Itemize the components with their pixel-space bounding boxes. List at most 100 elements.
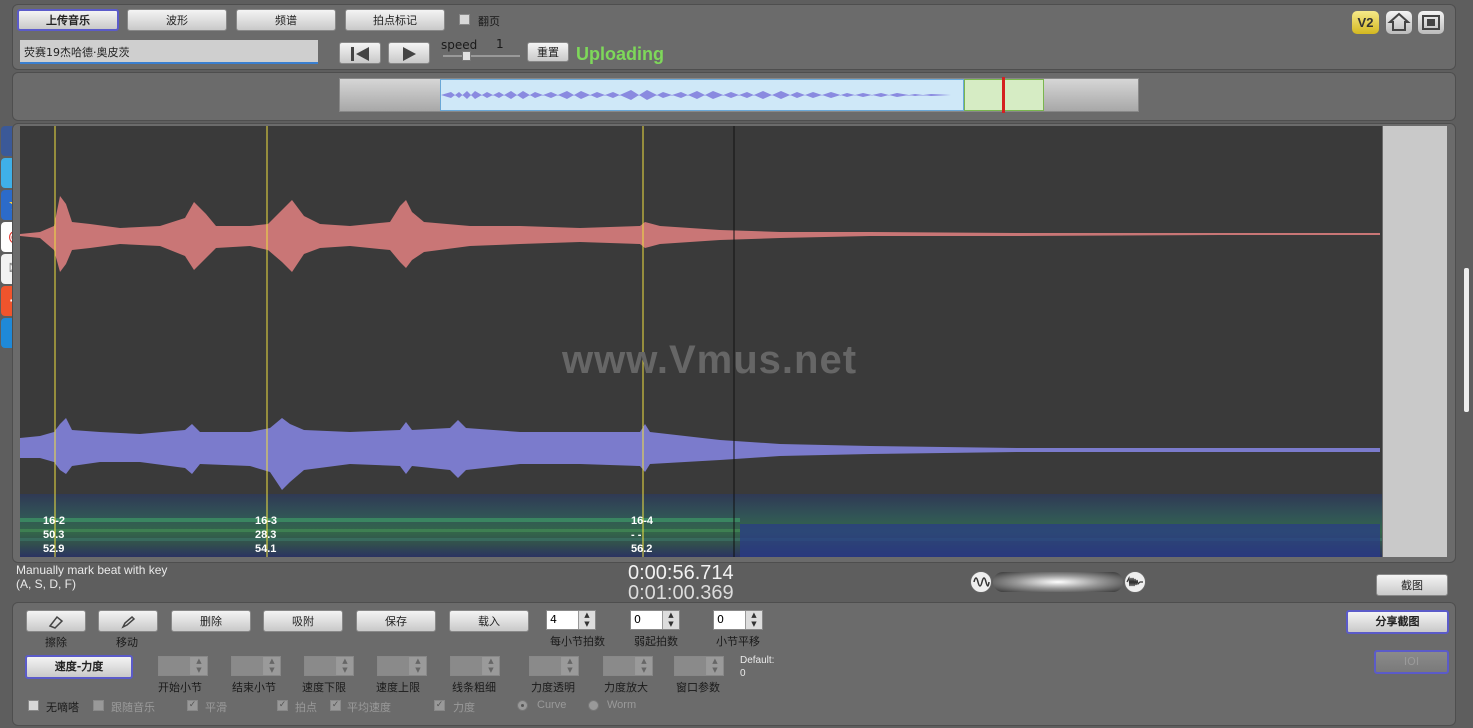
overview-playhead[interactable] bbox=[1002, 77, 1005, 113]
vertical-scrollbar[interactable] bbox=[1464, 268, 1469, 412]
stepper-arrows-icon[interactable]: ▲ ▼ bbox=[336, 657, 353, 675]
beat-mark-button[interactable]: 拍点标记 bbox=[345, 9, 445, 31]
hint-line-1: Manually mark beat with key bbox=[16, 563, 168, 577]
no-sound-checkbox[interactable] bbox=[28, 700, 39, 711]
overview-track[interactable] bbox=[339, 77, 1139, 113]
wave-narrow-glyph bbox=[973, 577, 990, 587]
worm-radio[interactable] bbox=[588, 700, 599, 711]
stepper-arrows-icon[interactable]: ▲ ▼ bbox=[635, 657, 652, 675]
eraser-icon bbox=[48, 615, 64, 629]
zoom-in-wave-icon[interactable] bbox=[1124, 571, 1146, 593]
stepper-arrows-icon[interactable]: ▲ ▼ bbox=[190, 657, 207, 675]
stepper-arrows-icon[interactable]: ▲ ▼ bbox=[706, 657, 723, 675]
default-value: 0 bbox=[740, 668, 746, 679]
tempo-max-input[interactable]: ▲ ▼ bbox=[377, 656, 427, 676]
stepper-arrows-icon[interactable]: ▲ ▼ bbox=[662, 611, 679, 629]
reset-button[interactable]: 重置 bbox=[527, 42, 569, 62]
status-text: Uploading bbox=[576, 44, 664, 64]
speed-value: 1 bbox=[496, 37, 504, 51]
curve-radio[interactable] bbox=[517, 700, 528, 711]
dynamics-scale-input[interactable]: ▲ ▼ bbox=[603, 656, 653, 676]
curve-label: Curve bbox=[537, 699, 567, 711]
erase-label: 擦除 bbox=[45, 636, 67, 649]
right-scroll-area[interactable] bbox=[1383, 126, 1447, 557]
file-name-text: 荧赛19杰哈德·奥皮茨 bbox=[24, 46, 130, 59]
dynamics-opacity-label: 力度透明 bbox=[531, 681, 575, 694]
stepper-arrows-icon[interactable]: ▲ ▼ bbox=[578, 611, 595, 629]
file-name-field[interactable]: 荧赛19杰哈德·奥皮茨 bbox=[20, 40, 318, 64]
stepper-arrows-icon[interactable]: ▲ ▼ bbox=[745, 611, 762, 629]
hint-line-2: (A, S, D, F) bbox=[16, 577, 76, 591]
marker-2-value-b: 54.1 bbox=[255, 543, 277, 555]
bar-offset-label: 小节平移 bbox=[716, 635, 760, 648]
zoom-out-wave-icon[interactable] bbox=[970, 571, 992, 593]
play-icon bbox=[403, 47, 416, 61]
pickup-beats-input[interactable]: 0 ▲ ▼ bbox=[630, 610, 680, 630]
speed-slider-track[interactable] bbox=[443, 55, 520, 57]
tempo-min-label: 速度下限 bbox=[302, 681, 346, 694]
watermark: www.Vmus.net bbox=[562, 338, 858, 382]
pen-icon bbox=[121, 615, 136, 629]
zoom-slider[interactable] bbox=[993, 572, 1123, 592]
spectrum-button[interactable]: 频谱 bbox=[236, 9, 336, 31]
window-param-input[interactable]: ▲ ▼ bbox=[674, 656, 724, 676]
page-turn-checkbox[interactable] bbox=[459, 14, 470, 25]
end-bar-input[interactable]: ▲ ▼ bbox=[231, 656, 281, 676]
bar-offset-value: 0 bbox=[717, 613, 724, 626]
radio-dot-icon bbox=[521, 704, 524, 707]
load-button[interactable]: 载入 bbox=[449, 610, 529, 632]
stepper-arrows-icon[interactable]: ▲ ▼ bbox=[561, 657, 578, 675]
rewind-button[interactable] bbox=[339, 42, 381, 64]
snap-button[interactable]: 吸附 bbox=[263, 610, 343, 632]
erase-button[interactable] bbox=[26, 610, 86, 632]
dynamics-label: 力度 bbox=[453, 701, 475, 714]
average-speed-checkbox[interactable]: ✓ bbox=[330, 700, 341, 711]
move-button[interactable] bbox=[98, 610, 158, 632]
tempo-dynamics-button[interactable]: 速度-力度 bbox=[25, 655, 133, 679]
screenshot-button[interactable]: 截图 bbox=[1376, 574, 1448, 596]
end-bar-label: 结束小节 bbox=[232, 681, 276, 694]
upload-music-button[interactable]: 上传音乐 bbox=[17, 9, 119, 31]
delete-button[interactable]: 删除 bbox=[171, 610, 251, 632]
stepper-arrows-icon[interactable]: ▲ ▼ bbox=[263, 657, 280, 675]
marker-2-value-a: 28.3 bbox=[255, 529, 277, 541]
marker-1-label: 16-2 bbox=[43, 515, 66, 527]
smooth-checkbox[interactable]: ✓ bbox=[187, 700, 198, 711]
share-screenshot-button[interactable]: 分享截图 bbox=[1346, 610, 1449, 634]
speed-label: speed bbox=[441, 38, 478, 52]
wave-dense-glyph bbox=[1126, 575, 1143, 587]
home-button[interactable] bbox=[1386, 11, 1412, 34]
no-sound-label: 无嘀嗒 bbox=[46, 701, 79, 714]
worm-label: Worm bbox=[607, 699, 637, 711]
stepper-arrows-icon[interactable]: ▲ ▼ bbox=[409, 657, 426, 675]
bar-offset-input[interactable]: 0 ▲ ▼ bbox=[713, 610, 763, 630]
skip-back-icon bbox=[351, 47, 369, 61]
stepper-arrows-icon[interactable]: ▲ ▼ bbox=[482, 657, 499, 675]
spectrogram-view[interactable]: www.Vmus.net 16-2 50.3 52.9 16-3 28.3 54… bbox=[20, 126, 1382, 557]
beat-point-checkbox[interactable]: ✓ bbox=[277, 700, 288, 711]
tempo-min-input[interactable]: ▲ ▼ bbox=[304, 656, 354, 676]
play-button[interactable] bbox=[388, 42, 430, 64]
dynamics-opacity-input[interactable]: ▲ ▼ bbox=[529, 656, 579, 676]
v2-badge[interactable]: V2 bbox=[1352, 11, 1379, 34]
beats-per-bar-input[interactable]: 4 ▲ ▼ bbox=[546, 610, 596, 630]
tempo-max-label: 速度上限 bbox=[376, 681, 420, 694]
overview-visible-region[interactable] bbox=[440, 79, 964, 111]
average-speed-label: 平均速度 bbox=[347, 701, 391, 714]
waveform-button[interactable]: 波形 bbox=[127, 9, 227, 31]
pickup-beats-value: 0 bbox=[634, 613, 641, 626]
smooth-label: 平滑 bbox=[205, 701, 227, 714]
ioi-button[interactable]: IOI bbox=[1374, 650, 1449, 674]
dynamics-checkbox[interactable]: ✓ bbox=[434, 700, 445, 711]
start-bar-input[interactable]: ▲ ▼ bbox=[158, 656, 208, 676]
save-button[interactable]: 保存 bbox=[356, 610, 436, 632]
line-width-input[interactable]: ▲ ▼ bbox=[450, 656, 500, 676]
marker-1-value-a: 50.3 bbox=[43, 529, 65, 541]
fullscreen-icon bbox=[1422, 15, 1440, 30]
window-param-label: 窗口参数 bbox=[676, 681, 720, 694]
follow-music-checkbox[interactable] bbox=[93, 700, 104, 711]
speed-slider-thumb[interactable] bbox=[462, 51, 471, 61]
marker-3-value-a: - - bbox=[631, 529, 642, 541]
follow-music-label: 跟随音乐 bbox=[111, 701, 155, 714]
fullscreen-button[interactable] bbox=[1418, 11, 1444, 34]
